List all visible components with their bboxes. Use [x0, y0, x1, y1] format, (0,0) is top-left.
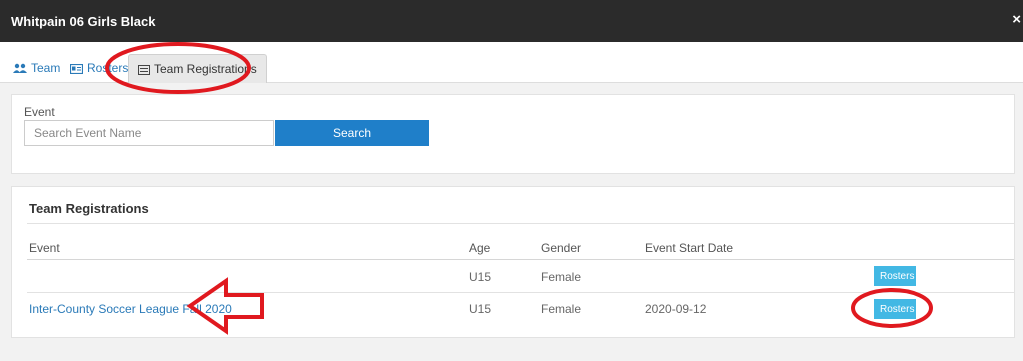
row-gender: Female	[541, 270, 582, 284]
tab-rosters-label: Rosters	[87, 61, 129, 75]
column-header-event-start-date: Event Start Date	[645, 241, 734, 255]
tab-team-registrations[interactable]: Team Registrations	[128, 54, 267, 83]
tab-team-registrations-label: Team Registrations	[154, 62, 257, 76]
event-filter-panel: Event Search	[11, 94, 1015, 174]
column-header-event: Event	[29, 241, 60, 255]
column-header-gender: Gender	[541, 241, 582, 255]
rosters-button[interactable]: Rosters	[874, 299, 916, 319]
event-filter-label: Event	[24, 105, 55, 119]
row-age: U15	[469, 302, 492, 316]
row-gender: Female	[541, 302, 582, 316]
rosters-button[interactable]: Rosters	[874, 266, 916, 286]
team-registrations-panel: Team Registrations Event Age Gender Even…	[11, 186, 1015, 338]
row-start-date: 2020-09-12	[645, 302, 707, 316]
search-event-input[interactable]	[24, 120, 274, 146]
close-icon[interactable]: ×	[1012, 11, 1021, 28]
search-button[interactable]: Search	[275, 120, 429, 146]
users-icon	[13, 63, 27, 73]
team-registrations-heading: Team Registrations	[29, 201, 149, 216]
tab-team[interactable]: Team	[13, 54, 60, 82]
row-event-link[interactable]: Inter-County Soccer League Fall 2020	[29, 302, 232, 316]
modal-title: Whitpain 06 Girls Black	[11, 14, 156, 29]
list-icon	[138, 65, 150, 75]
column-header-age: Age	[469, 241, 491, 255]
id-card-icon	[69, 63, 84, 75]
tab-team-label: Team	[31, 61, 61, 75]
tab-rosters[interactable]: Rosters	[69, 54, 129, 82]
heading-divider	[27, 223, 1014, 224]
header-divider	[27, 259, 1014, 260]
tab-bar: Team Rosters Team Registrations	[0, 42, 1023, 83]
row-age: U15	[469, 270, 492, 284]
modal-title-bar: Whitpain 06 Girls Black ×	[0, 0, 1023, 42]
row-divider	[27, 292, 1014, 293]
